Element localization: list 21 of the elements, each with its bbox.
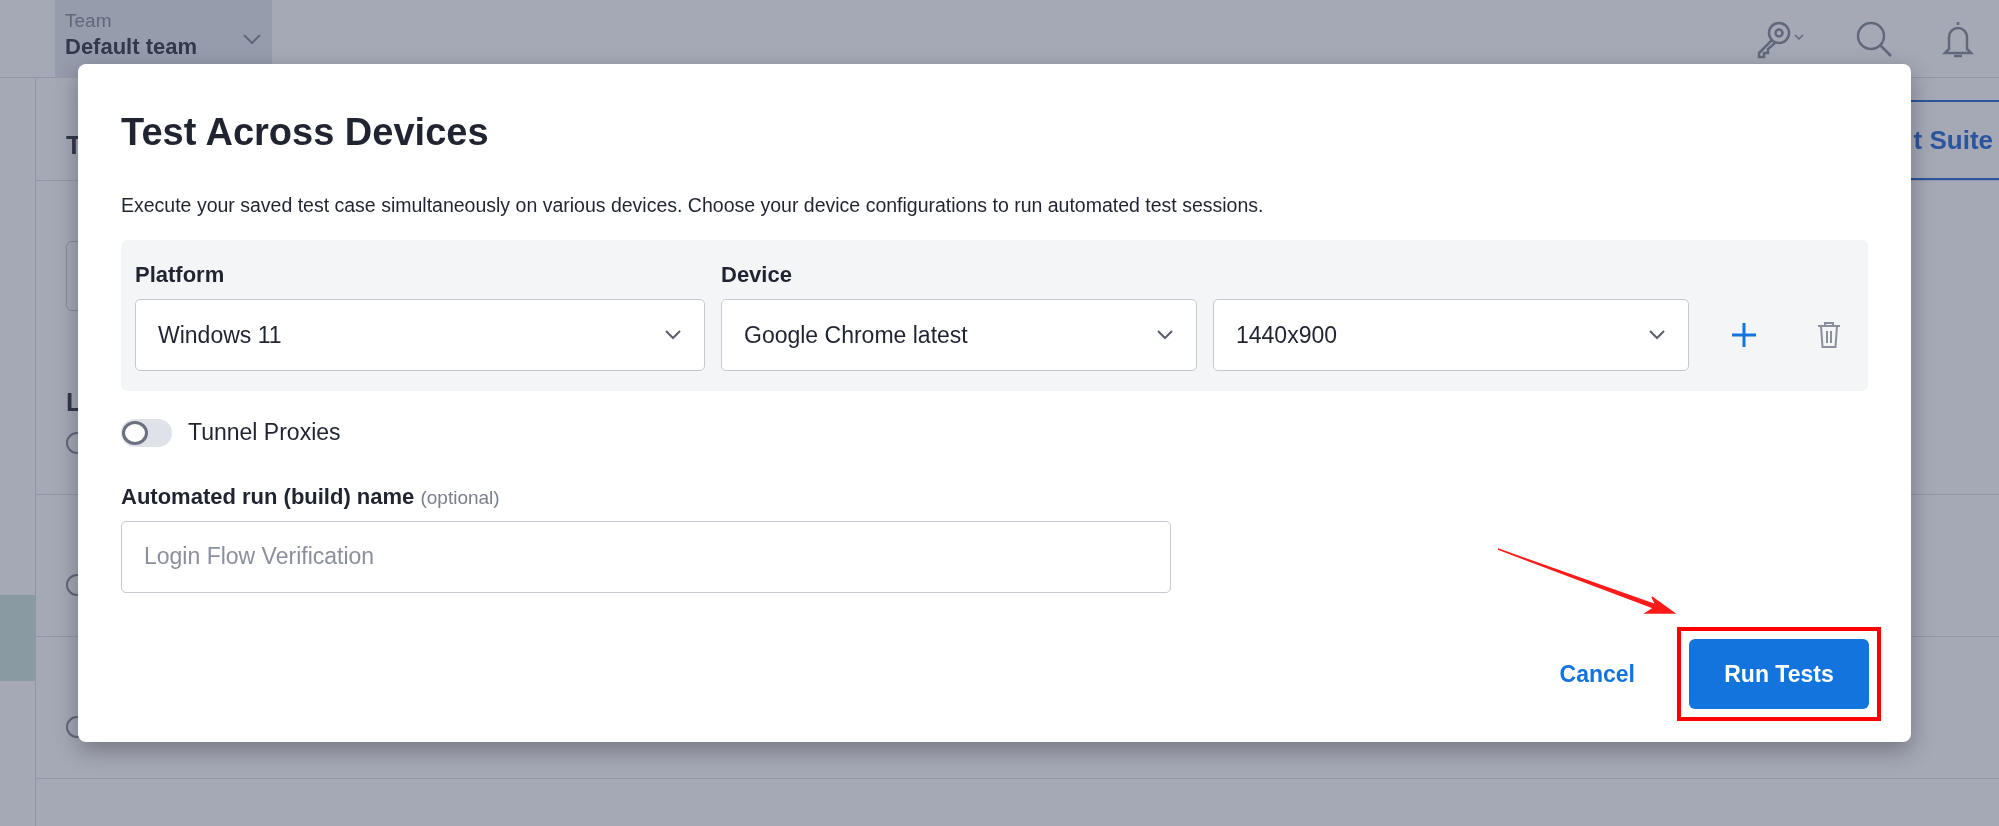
tunnel-proxies-toggle[interactable]	[121, 418, 172, 447]
build-name-field[interactable]: Login Flow Verification	[121, 520, 1171, 593]
chevron-down-icon	[664, 329, 682, 342]
chevron-down-icon	[1156, 329, 1174, 342]
resolution-select[interactable]: 1440x900	[1213, 299, 1689, 372]
build-name-label: Automated run (build) name (optional)	[121, 482, 501, 511]
device-label: Device	[721, 261, 793, 290]
device-select[interactable]: Google Chrome latest	[721, 299, 1197, 372]
dialog-title: Test Across Devices	[121, 110, 490, 155]
platform-select[interactable]: Windows 11	[135, 299, 705, 372]
chevron-down-icon	[1648, 329, 1666, 342]
search-icon[interactable]	[1855, 19, 1893, 58]
run-tests-button[interactable]: Run Tests	[1689, 638, 1869, 709]
chevron-down-icon[interactable]	[242, 32, 262, 45]
dialog-description: Execute your saved test case simultaneously on various devices. Choose your device configurations to run automated test sessions.	[121, 193, 1265, 218]
add-icon[interactable]	[1731, 322, 1757, 349]
trash-icon[interactable]	[1817, 321, 1841, 350]
platform-label: Platform	[135, 261, 226, 290]
tunnel-proxies-label: Tunnel Proxies	[188, 418, 341, 448]
cancel-button[interactable]: Cancel	[1553, 648, 1641, 699]
team-name: Default team	[65, 32, 198, 61]
